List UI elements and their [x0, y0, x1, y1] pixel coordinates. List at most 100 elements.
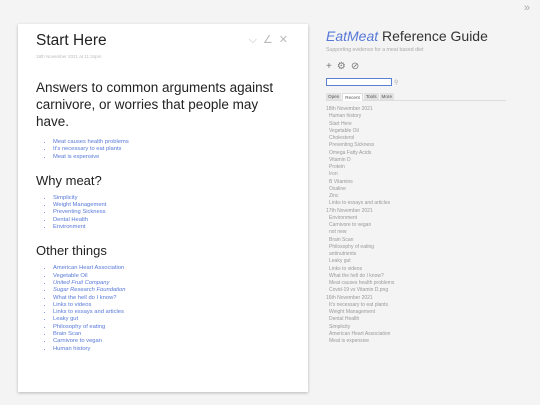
link-text[interactable]: Links to essays and articles — [53, 309, 124, 315]
recent-item[interactable]: Dental Health — [326, 316, 526, 323]
recent-item[interactable]: Vegetable Oil — [326, 128, 526, 135]
gear-icon[interactable]: ⚙ — [337, 61, 346, 72]
recent-item[interactable]: Cholesterol — [326, 135, 526, 142]
link-text[interactable]: Simplicity — [53, 195, 77, 201]
recent-item[interactable]: Weight Management — [326, 309, 526, 316]
recent-item[interactable]: Oxaline — [326, 186, 526, 193]
link-text[interactable]: Meat causes health problems — [53, 139, 129, 145]
tiddler-card: Start Here 18th November 2021 at 11:24pm… — [18, 24, 308, 392]
list-item[interactable]: American Heart Association — [53, 265, 290, 272]
recent-item[interactable]: Covid-19 vs Vitamin D.png — [326, 287, 526, 294]
link-text[interactable]: American Heart Association — [53, 265, 124, 271]
link-text[interactable]: Vegetable Oil — [53, 273, 87, 279]
recent-list: 18th November 2021 Human history Start Her… — [326, 106, 526, 345]
recent-item[interactable]: not new — [326, 229, 526, 236]
check-circle-icon[interactable]: ⊘ — [351, 61, 359, 72]
tab-recent[interactable]: Recent — [342, 93, 363, 101]
recent-item[interactable]: Human history — [326, 113, 526, 120]
search-icon[interactable]: ⚲ — [394, 79, 398, 86]
link-text[interactable]: It's necessary to eat plants — [53, 146, 121, 152]
list-item[interactable]: Meat is expensive — [53, 154, 290, 161]
recent-item[interactable]: Philosophy of eating — [326, 244, 526, 251]
recent-item[interactable]: Simplicity — [326, 324, 526, 331]
list-item[interactable]: It's necessary to eat plants — [53, 146, 290, 153]
list-item[interactable]: Simplicity — [53, 195, 290, 202]
recent-date: 16th November 2021 — [326, 294, 373, 301]
recent-item[interactable]: Omega Fatty Acids — [326, 150, 526, 157]
other-list: American Heart Association Vegetable OilU… — [36, 265, 290, 353]
list-item[interactable]: Dental Health — [53, 217, 290, 224]
intro-list: Meat causes health problemsIt's necessar… — [36, 139, 290, 161]
chevron-down-icon[interactable]: ⌵ — [249, 34, 257, 46]
close-icon[interactable]: ✕ — [279, 34, 288, 46]
recent-item[interactable]: Links to videos — [326, 266, 526, 273]
why-heading: Why meat? — [36, 172, 102, 188]
list-item[interactable]: What the hell do I know? — [53, 295, 290, 302]
recent-item[interactable]: It's necessary to eat plants — [326, 302, 526, 309]
why-list: SimplicityWeight ManagementPreventing Si… — [36, 195, 290, 231]
sidebar-tabs: Open Recent Tools More — [326, 93, 506, 101]
recent-item[interactable]: Preventing Sickness — [326, 142, 526, 149]
link-text[interactable]: Dental Health — [53, 217, 88, 223]
recent-item[interactable]: Vitamin D — [326, 157, 526, 164]
edit-icon[interactable]: ∠ — [263, 34, 273, 46]
recent-date: 18th November 2021 — [326, 106, 373, 112]
recent-item[interactable]: Protein — [326, 164, 526, 171]
recent-item[interactable]: American Heart Association — [326, 331, 526, 338]
recent-item[interactable]: Leaky gut — [326, 258, 526, 265]
list-item[interactable]: Sugar Research Foundation — [53, 287, 290, 294]
recent-date: 17th November 2021 — [326, 207, 373, 214]
list-item[interactable]: Human history — [53, 346, 290, 353]
sidebar: EatMeat Reference Guide Supporting evide… — [326, 28, 526, 345]
list-item[interactable]: Meat causes health problems — [53, 139, 290, 146]
list-item[interactable]: Carnivore to vegan — [53, 338, 290, 345]
recent-item[interactable]: Meat causes health problems — [326, 280, 526, 287]
lead-paragraph: Answers to common arguments against carn… — [36, 80, 274, 129]
search-row: ⚲ — [326, 78, 526, 86]
link-text[interactable]: Leaky gut — [53, 316, 78, 322]
link-text[interactable]: Environment — [53, 224, 86, 230]
tiddler-controls: ⌵ ∠ ✕ — [249, 34, 288, 46]
tab-more[interactable]: More — [379, 93, 395, 100]
list-item[interactable]: Preventing Sickness — [53, 209, 290, 216]
link-text[interactable]: Meat is expensive — [53, 154, 99, 160]
link-text[interactable]: Weight Management — [53, 202, 106, 208]
site-title: EatMeat Reference Guide — [326, 28, 526, 45]
new-tiddler-icon[interactable]: + — [326, 61, 332, 72]
list-item[interactable]: Leaky gut — [53, 316, 290, 323]
list-item[interactable]: Links to essays and articles — [53, 309, 290, 316]
tab-tools[interactable]: Tools — [363, 93, 379, 100]
search-input[interactable] — [326, 78, 392, 86]
recent-item[interactable]: Carnivore to vegan — [326, 222, 526, 229]
sidebar-toggle-button[interactable]: » — [524, 2, 530, 14]
list-item[interactable]: Vegetable Oil — [53, 273, 290, 280]
link-text[interactable]: Human history — [53, 346, 90, 352]
link-text[interactable]: Brain Scan — [53, 331, 81, 337]
link-text[interactable]: What the hell do I know? — [53, 295, 116, 301]
list-item[interactable]: Philosophy of eating — [53, 324, 290, 331]
recent-item[interactable]: Zinc — [326, 193, 526, 200]
list-item[interactable]: United Fruit Company — [53, 280, 290, 287]
link-text[interactable]: Preventing Sickness — [53, 209, 106, 215]
recent-item[interactable]: B Vitamins — [326, 179, 526, 186]
link-text[interactable]: Sugar Research Foundation — [53, 287, 126, 293]
recent-item[interactable]: Start Here — [326, 121, 526, 128]
link-text[interactable]: Philosophy of eating — [53, 324, 105, 330]
recent-item[interactable]: Iron — [326, 171, 526, 178]
recent-item[interactable]: Links to essays and articles — [326, 200, 526, 207]
tab-open[interactable]: Open — [326, 93, 342, 100]
recent-item[interactable]: Environment — [326, 215, 526, 222]
recent-item[interactable]: antinutrients — [326, 251, 526, 258]
link-text[interactable]: Links to videos — [53, 302, 91, 308]
list-item[interactable]: Brain Scan — [53, 331, 290, 338]
list-item[interactable]: Weight Management — [53, 202, 290, 209]
site-brand: EatMeat — [326, 28, 379, 44]
link-text[interactable]: Carnivore to vegan — [53, 338, 102, 344]
list-item[interactable]: Environment — [53, 224, 290, 231]
tiddler-subtitle: 18th November 2021 at 11:24pm — [36, 54, 102, 59]
recent-item[interactable]: Meat is expensive — [326, 338, 526, 345]
recent-item[interactable]: Brain Scan — [326, 237, 526, 244]
list-item[interactable]: Links to videos — [53, 302, 290, 309]
recent-item[interactable]: What the hell do I know? — [326, 273, 526, 280]
link-text[interactable]: United Fruit Company — [53, 280, 109, 286]
